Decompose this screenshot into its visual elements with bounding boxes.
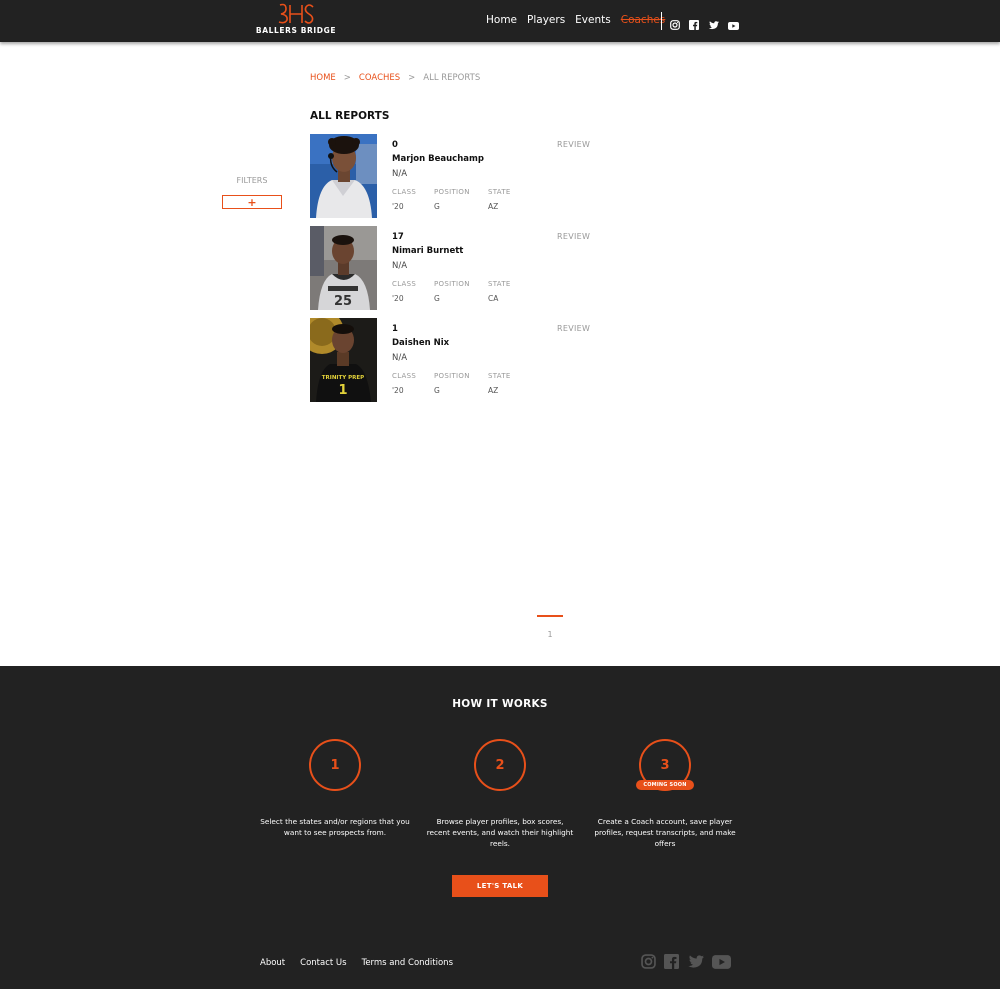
class-value: '20 (392, 294, 404, 303)
player-name[interactable]: Nimari Burnett (392, 246, 463, 256)
twitter-icon[interactable] (708, 15, 719, 34)
breadcrumb-separator: > (408, 73, 416, 83)
nav-divider (661, 12, 662, 30)
step-description: Select the states and/or regions that yo… (260, 817, 410, 837)
position-header: POSITION (434, 280, 470, 288)
player-school: N/A (392, 353, 408, 363)
breadcrumb-separator: > (343, 73, 351, 83)
nav-events[interactable]: Events (575, 14, 611, 26)
footer-link-terms[interactable]: Terms and Conditions (362, 958, 453, 968)
state-header: STATE (488, 188, 511, 196)
breadcrumb: HOME > COACHES > ALL REPORTS (310, 73, 480, 83)
pagination-page-1[interactable]: 1 (537, 630, 563, 639)
lets-talk-button[interactable]: LET'S TALK (452, 875, 548, 897)
footer-link-contact[interactable]: Contact Us (300, 958, 346, 968)
svg-text:1: 1 (338, 383, 347, 398)
step-description: Create a Coach account, save player prof… (594, 817, 736, 848)
page-title: ALL REPORTS (310, 110, 390, 122)
logo-mark-icon (278, 3, 314, 24)
state-header: STATE (488, 280, 511, 288)
logo-text: BALLERS BRIDGE (255, 26, 337, 35)
player-school: N/A (392, 261, 408, 271)
step-number-circle: 2 (474, 739, 526, 791)
logo[interactable]: BALLERS BRIDGE (255, 3, 337, 39)
position-value: G (434, 294, 440, 303)
svg-text:TRINITY PREP: TRINITY PREP (322, 375, 364, 381)
review-link[interactable]: REVIEW (557, 324, 590, 333)
state-header: STATE (488, 372, 511, 380)
position-header: POSITION (434, 188, 470, 196)
instagram-icon[interactable] (670, 15, 680, 34)
position-value: G (434, 202, 440, 211)
review-link[interactable]: REVIEW (557, 140, 590, 149)
breadcrumb-coaches[interactable]: COACHES (359, 73, 400, 83)
top-navigation-bar: BALLERS BRIDGE Home Players Events Coach… (0, 0, 1000, 42)
nav-home[interactable]: Home (486, 14, 517, 26)
position-header: POSITION (434, 372, 470, 380)
player-name[interactable]: Marjon Beauchamp (392, 154, 484, 164)
filters-label: FILTERS (236, 176, 268, 185)
facebook-icon[interactable] (664, 954, 679, 973)
class-header: CLASS (392, 188, 417, 196)
main-nav: Home Players Events Coaches (486, 14, 675, 26)
nav-coaches[interactable]: Coaches (621, 14, 666, 26)
player-school: N/A (392, 169, 408, 179)
pagination-active-indicator (537, 615, 563, 617)
footer-link-about[interactable]: About (260, 958, 285, 968)
class-header: CLASS (392, 280, 417, 288)
player-photo[interactable] (310, 134, 377, 218)
class-value: '20 (392, 386, 404, 395)
svg-text:25: 25 (334, 294, 352, 309)
instagram-icon[interactable] (641, 954, 656, 973)
youtube-icon[interactable] (712, 954, 731, 973)
report-item[interactable]: TRINITY PREP 1 1 Daishen Nix N/A REVIEW … (310, 318, 595, 402)
facebook-icon[interactable] (689, 15, 699, 34)
class-value: '20 (392, 202, 404, 211)
player-rank: 0 (392, 140, 398, 150)
footer: HOW IT WORKS 1 Select the states and/or … (0, 666, 1000, 989)
review-link[interactable]: REVIEW (557, 232, 590, 241)
footer-links: About Contact Us Terms and Conditions (260, 958, 453, 968)
step-number-circle: 1 (309, 739, 361, 791)
twitter-icon[interactable] (687, 954, 704, 973)
report-item[interactable]: 25 17 Nimari Burnett N/A REVIEW CLASS PO… (310, 226, 595, 310)
state-value: AZ (488, 202, 499, 211)
plus-icon: + (247, 195, 257, 209)
breadcrumb-current: ALL REPORTS (423, 73, 481, 83)
add-filter-button[interactable]: + (222, 195, 282, 209)
youtube-icon[interactable] (728, 15, 739, 34)
state-value: CA (488, 294, 499, 303)
player-name[interactable]: Daishen Nix (392, 338, 449, 348)
nav-players[interactable]: Players (527, 14, 565, 26)
report-item[interactable]: 0 Marjon Beauchamp N/A REVIEW CLASS POSI… (310, 134, 595, 218)
player-photo[interactable]: TRINITY PREP 1 (310, 318, 377, 402)
footer-social-links (641, 954, 731, 973)
player-rank: 1 (392, 324, 398, 334)
header-social-links (670, 15, 739, 34)
breadcrumb-home[interactable]: HOME (310, 73, 336, 83)
class-header: CLASS (392, 372, 417, 380)
position-value: G (434, 386, 440, 395)
state-value: AZ (488, 386, 499, 395)
coming-soon-badge: COMING SOON (636, 780, 694, 790)
player-photo[interactable]: 25 (310, 226, 377, 310)
step-description: Browse player profiles, box scores, rece… (426, 817, 574, 848)
how-it-works-title: HOW IT WORKS (452, 698, 548, 710)
player-rank: 17 (392, 232, 404, 242)
